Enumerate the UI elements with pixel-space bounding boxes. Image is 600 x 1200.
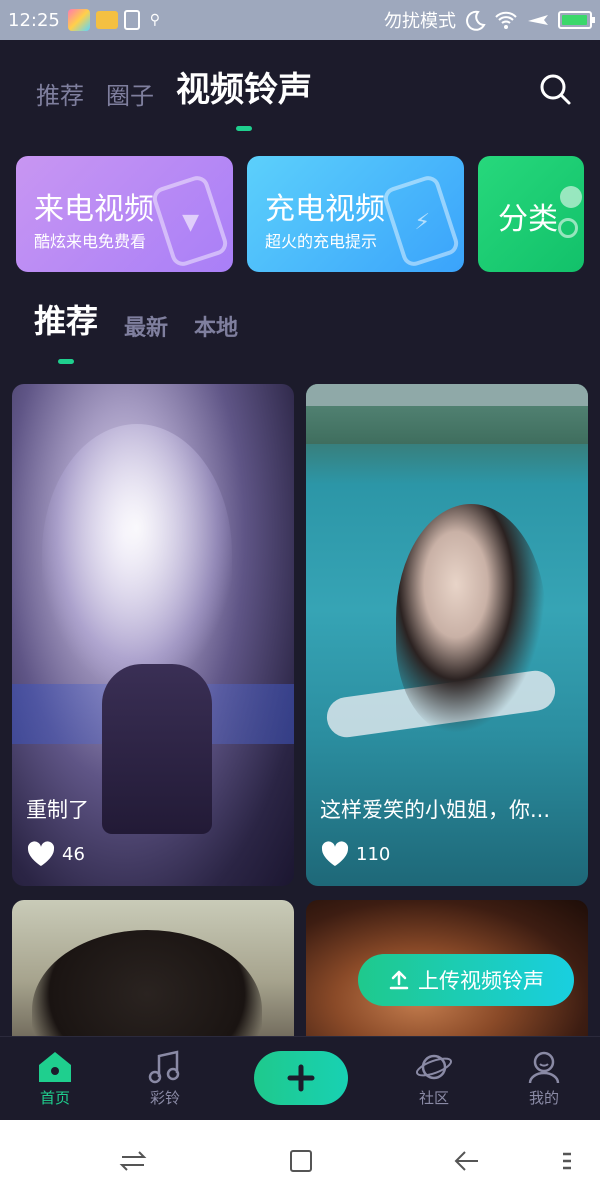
video-card[interactable] [12,900,294,1036]
upload-icon [389,970,409,990]
thumbnail-art [32,930,262,1036]
usb-icon: ⚲ [149,12,160,28]
nav-me[interactable]: 我的 [504,1049,584,1108]
card-category[interactable]: 分类 [478,156,584,272]
status-bar: 12:25 ⚲ 勿扰模式 [0,0,600,40]
video-caption: 这样爱笑的小姐姐，你... [320,798,551,822]
card-subtitle: 超火的充电提示 [265,232,378,251]
app-notification-icon [67,9,90,31]
card-subtitle: 酷炫来电免费看 [34,232,147,251]
video-card[interactable]: 这样爱笑的小姐姐，你... 110 [306,384,588,886]
play-triangle-icon: ▼ [182,210,199,235]
user-icon [528,1051,560,1084]
card-incoming-call-video[interactable]: ▼ 来电视频 酷炫来电免费看 [16,156,233,272]
top-tab-bar: 推荐 圈子 视频铃声 [36,62,312,131]
category-cards: ▼ 来电视频 酷炫来电免费看 ⚡ 充电视频 超火的充电提示 分类 [16,156,600,274]
add-button[interactable] [254,1051,348,1105]
back-arrow-icon[interactable] [452,1146,482,1176]
nav-ringtone[interactable]: 彩铃 [125,1049,205,1108]
lightning-icon: ⚡ [414,210,430,235]
music-note-icon [148,1050,180,1084]
tab-circle[interactable]: 圈子 [106,76,154,111]
card-charging-video[interactable]: ⚡ 充电视频 超火的充电提示 [247,156,464,272]
tab-recommend[interactable]: 推荐 [36,76,84,111]
bottom-nav: 首页 彩铃 社区 我的 [0,1036,600,1120]
battery-icon [558,11,595,29]
card-title: 来电视频 [34,192,154,227]
subtab-local[interactable]: 本地 [194,310,238,342]
menu-dots-icon[interactable] [552,1146,582,1176]
heart-icon [27,841,55,866]
video-grid: 重制了 46 这样爱笑的小姐姐，你... 110 [12,384,588,1036]
nav-home[interactable]: 首页 [15,1049,95,1108]
cleaner-icon [123,10,140,30]
category-icon-ring [558,218,578,238]
planet-icon [415,1054,453,1080]
card-title: 分类 [498,202,558,237]
home-square-icon[interactable] [286,1146,316,1176]
switch-app-icon[interactable] [118,1146,148,1176]
like-count: 110 [356,843,391,865]
tab-video-ringtone-label: 视频铃声 [176,70,312,110]
sub-tab-bar: 推荐 最新 本地 [34,296,238,364]
card-title: 充电视频 [265,192,385,227]
heart-icon [321,841,349,866]
nav-home-label: 首页 [39,1089,70,1107]
subtab-recommend-label: 推荐 [34,302,99,340]
plus-icon [287,1064,315,1092]
nav-community[interactable]: 社区 [394,1049,474,1108]
subtab-recommend[interactable]: 推荐 [34,296,99,364]
home-icon [39,1052,71,1082]
category-icon [560,186,582,208]
dnd-label: 勿扰模式 [384,11,456,32]
tab-video-ringtone[interactable]: 视频铃声 [176,62,312,131]
active-subtab-indicator [58,359,74,364]
like-button[interactable]: 46 [26,840,85,868]
search-icon[interactable] [538,72,572,106]
nav-community-label: 社区 [418,1089,449,1107]
thumbnail-art [42,424,232,684]
upload-button-label: 上传视频铃声 [418,969,544,993]
nav-me-label: 我的 [528,1089,559,1107]
nav-ringtone-label: 彩铃 [149,1089,180,1107]
video-card[interactable]: 重制了 46 [12,384,294,886]
active-tab-indicator [236,126,252,131]
moon-icon [466,10,486,31]
like-button[interactable]: 110 [320,840,390,868]
thumbnail-art [306,384,588,406]
thumbnail-art [396,504,546,734]
system-nav-bar [0,1120,600,1200]
upload-video-ringtone-button[interactable]: 上传视频铃声 [358,954,574,1006]
like-count: 46 [62,843,85,865]
airplane-icon [528,15,548,25]
subtab-latest[interactable]: 最新 [124,310,168,342]
status-time: 12:25 [8,9,60,31]
video-caption: 重制了 [26,798,89,822]
wifi-icon [495,11,517,29]
folder-icon [95,11,118,29]
